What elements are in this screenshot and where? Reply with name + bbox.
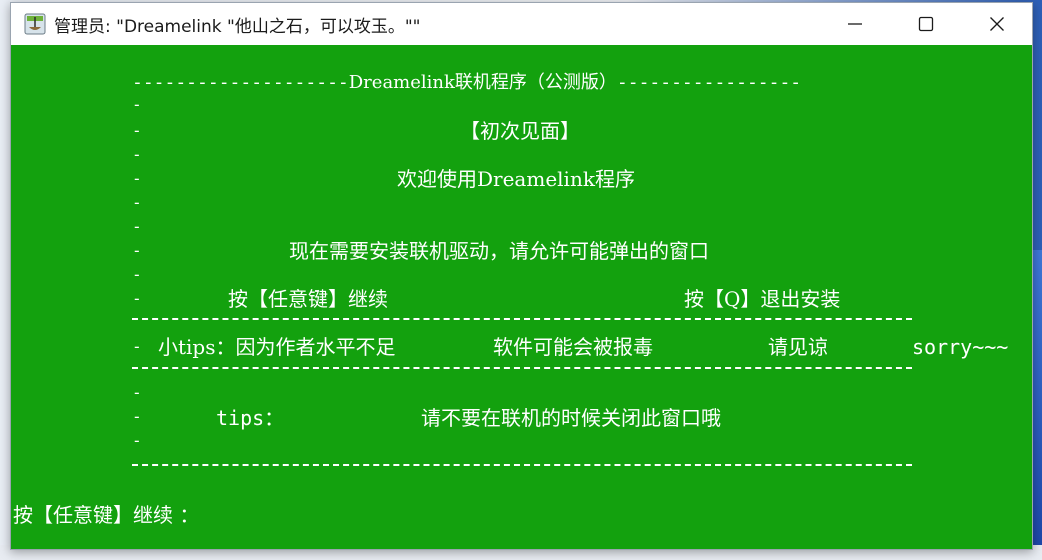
margin-dash: - <box>132 337 142 356</box>
margin-dash: - <box>132 431 142 450</box>
tips-forgive-text: 请见谅 <box>768 335 828 359</box>
close-button[interactable] <box>961 3 1032 45</box>
margin-dash: - <box>132 241 142 260</box>
console-app-icon <box>24 13 46 35</box>
close-icon <box>989 17 1004 31</box>
tips-sorry-text: sorry~~~ <box>912 335 1009 359</box>
margin-dash: - <box>132 121 142 140</box>
input-prompt[interactable]: 按【任意键】继续 ： <box>13 503 199 527</box>
maximize-icon <box>918 16 933 32</box>
margin-dash: - <box>132 265 142 284</box>
minimize-button[interactable] <box>819 3 890 45</box>
tips-warning-text: 请不要在联机的时候关闭此窗口哦 <box>421 406 721 430</box>
separator-line <box>132 464 912 466</box>
header-line: --------------------Dreamelink联机程序（公测版）-… <box>132 71 801 95</box>
press-q-text: 按【Q】退出安装 <box>684 287 841 311</box>
margin-dash: - <box>132 383 142 402</box>
tips-label-text: tips： <box>216 406 285 430</box>
header-dashes-left: -------------------- <box>132 72 349 93</box>
press-any-key-text: 按【任意键】继续 <box>228 287 388 311</box>
install-notice-text: 现在需要安装联机驱动，请允许可能弹出的窗口 <box>289 239 709 263</box>
console-output[interactable]: --------------------Dreamelink联机程序（公测版）-… <box>11 45 1032 549</box>
margin-dash: - <box>132 217 142 236</box>
welcome-text: 欢迎使用Dreamelink程序 <box>397 167 635 191</box>
margin-dash: - <box>132 193 142 212</box>
separator-line <box>132 318 912 320</box>
header-title: Dreamelink联机程序（公测版） <box>348 72 617 93</box>
margin-dash: - <box>132 407 142 426</box>
separator-line <box>132 367 912 369</box>
margin-dash: - <box>132 289 142 308</box>
margin-dash: - <box>132 145 142 164</box>
tips-mid-text: 软件可能会被报毒 <box>493 335 653 359</box>
tips-prefix-text: 小tips：因为作者水平不足 <box>158 335 396 359</box>
minimize-icon <box>847 23 862 25</box>
caption-buttons <box>819 3 1032 45</box>
margin-dash: - <box>132 169 142 188</box>
first-meeting-text: 【初次见面】 <box>460 119 580 143</box>
window-title: 管理员: "Dreamelink "他山之石，可以攻玉。"" <box>54 16 421 37</box>
margin-dash: - <box>132 95 142 114</box>
maximize-button[interactable] <box>890 3 961 45</box>
title-bar[interactable]: 管理员: "Dreamelink "他山之石，可以攻玉。"" <box>11 3 1032 45</box>
header-dashes-right: ----------------- <box>616 72 802 93</box>
console-window[interactable]: 管理员: "Dreamelink "他山之石，可以攻玉。"" ---------… <box>10 2 1033 550</box>
